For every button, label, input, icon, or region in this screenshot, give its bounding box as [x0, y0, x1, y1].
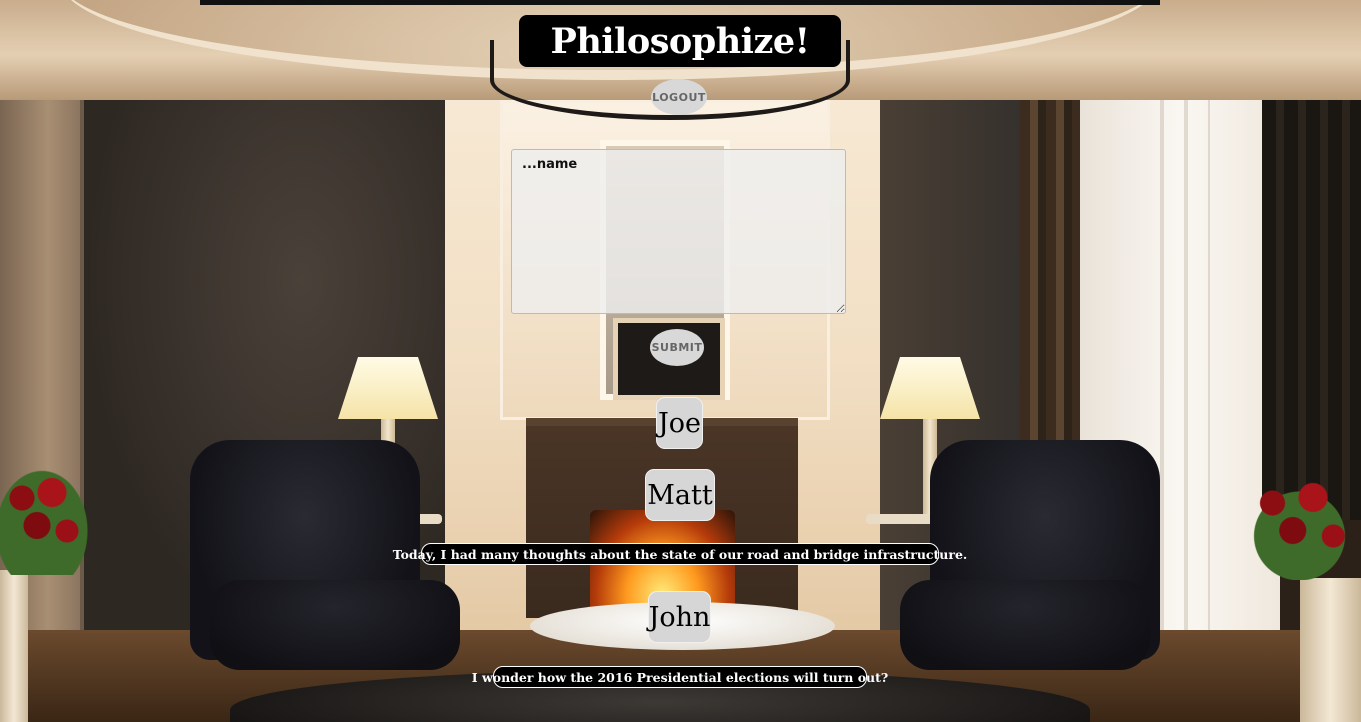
left-vase — [0, 570, 28, 722]
left-armchair-seat — [210, 580, 460, 670]
post-thought: I wonder how the 2016 Presidential elect… — [472, 666, 888, 688]
right-flowers — [1232, 470, 1361, 580]
post-author[interactable]: Matt — [645, 469, 715, 521]
right-armchair-seat — [900, 580, 1150, 670]
submit-button[interactable]: SUBMIT — [650, 329, 704, 366]
name-textarea[interactable] — [511, 149, 846, 314]
page-title: Philosophize! — [550, 20, 810, 62]
title-banner: Philosophize! — [519, 15, 841, 67]
post-thought: Today, I had many thoughts about the sta… — [393, 543, 967, 565]
post-author[interactable]: Joe — [656, 397, 703, 449]
left-flowers — [0, 465, 92, 575]
right-vase — [1300, 578, 1361, 722]
logout-button[interactable]: LOGOUT — [651, 79, 707, 115]
post-author[interactable]: John — [648, 591, 711, 643]
ceiling-rod — [200, 0, 1160, 5]
